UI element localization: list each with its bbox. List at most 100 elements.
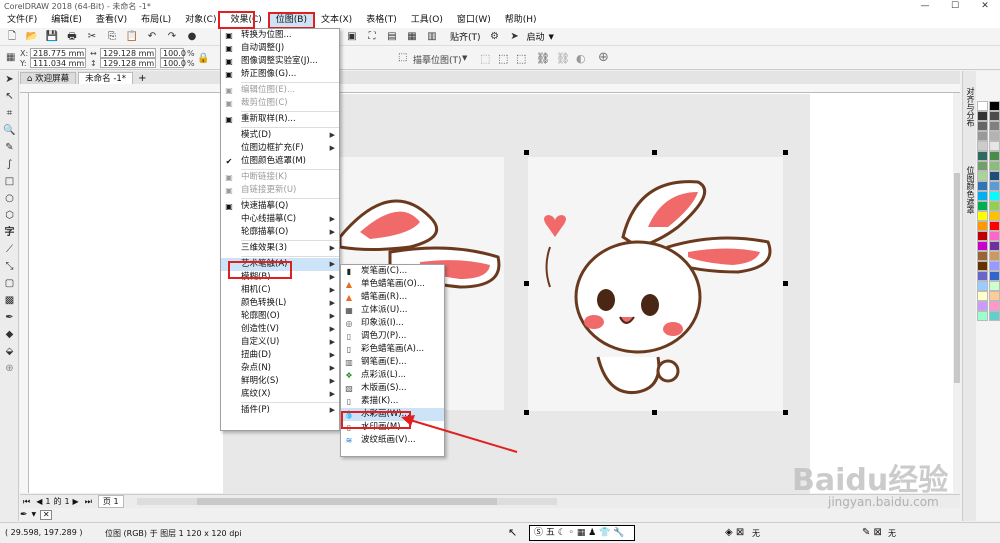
bitmaps-menu-item[interactable]: ▣ 快速描摹(Q) — [221, 200, 339, 213]
bitmaps-menu-item[interactable]: 创造性(V) ▶ — [221, 323, 339, 336]
menu-edit[interactable]: 编辑(E) — [44, 13, 89, 28]
new-document-icon[interactable]: 🗋 — [4, 30, 20, 44]
docker-tab-color-mask[interactable]: 位图颜色遮罩 — [964, 166, 976, 236]
art-strokes-item[interactable]: ▲ 单色蜡笔画(O)... — [341, 278, 444, 291]
x-position-field[interactable]: 218.775 mm — [30, 48, 86, 58]
color-swatch[interactable] — [989, 301, 1000, 311]
color-swatch[interactable] — [977, 151, 988, 161]
bunny-image-right[interactable] — [528, 157, 783, 411]
bitmaps-menu-item[interactable]: 底纹(X) ▶ — [221, 388, 339, 401]
cut-icon[interactable]: ✂ — [84, 30, 100, 44]
color-swatch[interactable] — [989, 111, 1000, 121]
selection-handle[interactable] — [783, 410, 788, 415]
link-icon[interactable]: ⛓ — [536, 52, 550, 65]
paste-icon[interactable]: 📋 — [124, 30, 140, 44]
eyedropper-icon[interactable]: ✒ — [0, 309, 19, 326]
bitmaps-menu-item[interactable]: ▣ 矫正图像(G)... — [221, 68, 339, 81]
snap-to-dropdown[interactable]: 贴齐(T) — [450, 30, 481, 43]
color-swatch[interactable] — [989, 151, 1000, 161]
text-tool-icon[interactable]: 字 — [0, 224, 19, 241]
last-page-icon[interactable]: ⏭ — [85, 497, 92, 507]
vertical-ruler[interactable] — [20, 93, 29, 493]
color-swatch[interactable] — [977, 261, 988, 271]
page-tab[interactable]: 页 1 — [97, 495, 124, 508]
bitmaps-menu-item[interactable]: 鲜明化(S) ▶ — [221, 375, 339, 388]
bitmaps-menu-item[interactable]: 轮廓描摹(O) ▶ — [221, 226, 339, 239]
bitmaps-menu-item[interactable]: 扭曲(D) ▶ — [221, 349, 339, 362]
close-button[interactable]: ✕ — [970, 0, 1000, 13]
bitmaps-menu-item[interactable]: 位图边框扩充(F) ▶ — [221, 142, 339, 155]
interactive-fill-icon[interactable]: ◆ — [0, 326, 19, 343]
color-swatch[interactable] — [989, 141, 1000, 151]
color-swatch[interactable] — [977, 251, 988, 261]
color-swatch[interactable] — [989, 101, 1000, 111]
width-field[interactable]: 129.128 mm — [100, 48, 156, 58]
color-swatch[interactable] — [989, 231, 1000, 241]
color-swatch[interactable] — [977, 171, 988, 181]
resample-icon[interactable]: ⬚ — [516, 52, 526, 65]
color-swatch[interactable] — [977, 131, 988, 141]
maximize-button[interactable]: ☐ — [940, 0, 970, 13]
add-icon[interactable]: ⊕ — [598, 50, 609, 65]
menu-object[interactable]: 对象(C) — [178, 13, 223, 28]
prev-page-icon[interactable]: ◀ — [36, 497, 42, 506]
launch-icon[interactable]: ➤ — [507, 30, 523, 44]
selection-handle[interactable] — [524, 410, 529, 415]
bitmaps-menu-item[interactable]: ▣ 转换为位图... — [221, 29, 339, 42]
art-strokes-item[interactable]: ▯ 素描(K)... — [341, 395, 444, 408]
art-strokes-item[interactable]: ▯ 彩色蜡笔画(A)... — [341, 343, 444, 356]
color-swatch[interactable] — [989, 121, 1000, 131]
fullscreen-icon[interactable]: ⛶ — [364, 30, 380, 44]
color-swatch[interactable] — [989, 291, 1000, 301]
wireframe-icon[interactable]: ▣ — [344, 30, 360, 44]
break-link-icon[interactable]: ⛓ — [556, 52, 570, 65]
settings-gear-icon[interactable]: ⚙ — [487, 30, 503, 44]
bitmaps-menu-item[interactable]: ▣ 重新取样(R)... — [221, 113, 339, 126]
crop-icon[interactable]: ⬚ — [498, 52, 508, 65]
bitmaps-menu-item[interactable]: ✔ 位图颜色遮罩(M) — [221, 155, 339, 168]
color-swatch[interactable] — [989, 261, 1000, 271]
art-strokes-item[interactable]: ▮ 炭笔画(C)... — [341, 265, 444, 278]
art-strokes-item[interactable]: ▲ 蜡笔画(R)... — [341, 291, 444, 304]
scale-y-field[interactable]: 100.0 — [160, 58, 186, 68]
selection-handle[interactable] — [652, 150, 657, 155]
menu-tools[interactable]: 工具(O) — [404, 13, 450, 28]
menu-file[interactable]: 文件(F) — [0, 13, 44, 28]
color-swatch[interactable] — [977, 141, 988, 151]
selection-handle[interactable] — [783, 281, 788, 286]
scale-x-field[interactable]: 100.0 — [160, 48, 186, 58]
polygon-tool-icon[interactable]: ⬡ — [0, 207, 19, 224]
grid-icon[interactable]: ▦ — [404, 30, 420, 44]
rulers-icon[interactable]: ▤ — [384, 30, 400, 44]
parallel-dimension-icon[interactable]: ⟋ — [0, 241, 19, 258]
drop-shadow-icon[interactable]: ▢ — [0, 275, 19, 292]
add-tab-icon[interactable]: + — [138, 73, 146, 84]
color-swatch[interactable] — [977, 111, 988, 121]
bitmaps-menu-item[interactable]: 自定义(U) ▶ — [221, 336, 339, 349]
ellipse-tool-icon[interactable]: ○ — [0, 190, 19, 207]
docker-tab-align[interactable]: 对齐与分布 — [964, 87, 976, 147]
selection-handle[interactable] — [524, 150, 529, 155]
color-swatch[interactable] — [989, 211, 1000, 221]
add-tool-icon[interactable]: ⊕ — [0, 360, 19, 377]
smart-fill-icon[interactable]: ⬙ — [0, 343, 19, 360]
connector-tool-icon[interactable]: ⤡ — [0, 258, 19, 275]
bitmaps-menu-item[interactable]: ▣ 自动调整(J) — [221, 42, 339, 55]
color-swatch[interactable] — [977, 161, 988, 171]
bitmaps-menu-item[interactable]: 颜色转换(L) ▶ — [221, 297, 339, 310]
bitmaps-menu-item[interactable]: 中心线描摹(C) ▶ — [221, 213, 339, 226]
height-field[interactable]: 129.128 mm — [100, 58, 156, 68]
first-page-icon[interactable]: ⏮ — [23, 497, 30, 507]
pick-tool-icon[interactable]: ➤ — [0, 71, 19, 88]
color-swatch[interactable] — [989, 251, 1000, 261]
mask-icon[interactable]: ◐ — [576, 52, 586, 65]
scrollbar-thumb[interactable] — [954, 173, 960, 383]
menu-layout[interactable]: 布局(L) — [134, 13, 178, 28]
corel-connect-icon[interactable]: ● — [184, 30, 200, 44]
art-strokes-item[interactable]: ❖ 点彩派(L)... — [341, 369, 444, 382]
color-swatch[interactable] — [989, 201, 1000, 211]
bitmaps-menu-item[interactable]: 杂点(N) ▶ — [221, 362, 339, 375]
color-swatch[interactable] — [977, 241, 988, 251]
selection-handle[interactable] — [783, 150, 788, 155]
bitmaps-menu-item[interactable]: 三维效果(3) ▶ — [221, 242, 339, 255]
